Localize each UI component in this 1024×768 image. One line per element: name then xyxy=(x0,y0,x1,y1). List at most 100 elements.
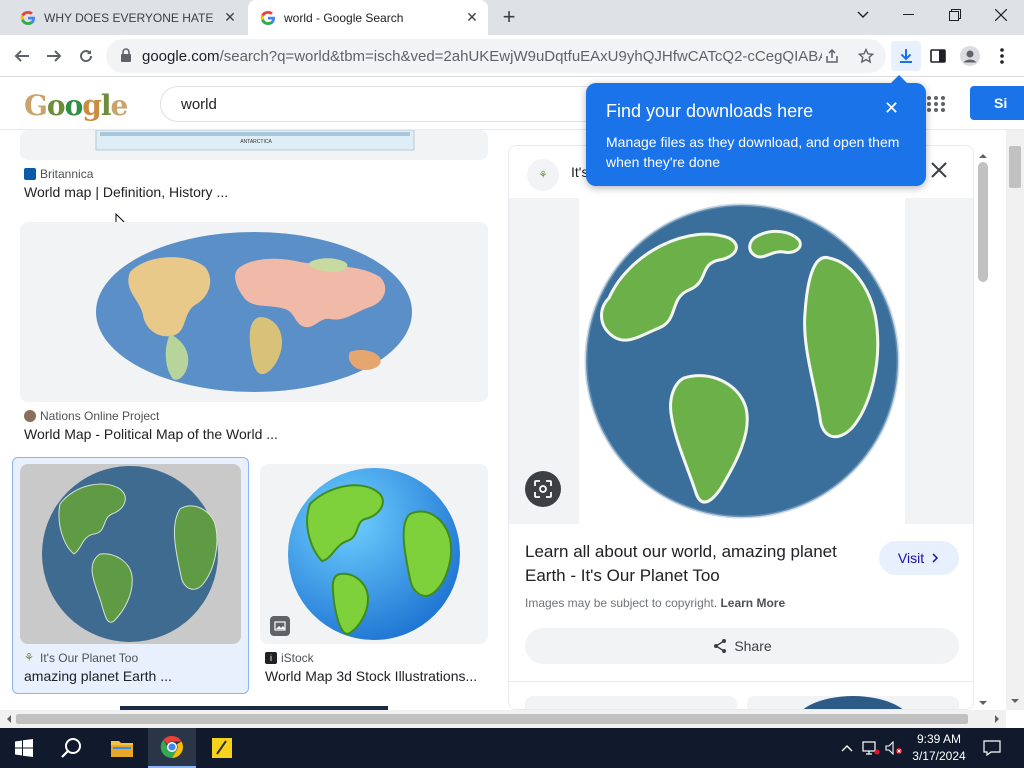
clock-time: 9:39 AM xyxy=(916,732,962,746)
apps-grid-icon[interactable] xyxy=(926,95,946,113)
restore-button[interactable] xyxy=(932,0,978,30)
close-window-button[interactable] xyxy=(978,0,1024,30)
result-title[interactable]: amazing planet Earth ... xyxy=(24,668,172,684)
page-horizontal-scrollbar[interactable] xyxy=(0,710,1006,728)
download-icon xyxy=(900,49,912,63)
result-source[interactable]: ⚘ It's Our Planet Too xyxy=(24,651,138,665)
sign-in-button[interactable]: Si xyxy=(970,86,1024,120)
reload-icon xyxy=(80,50,93,63)
new-tab-button[interactable]: + xyxy=(497,6,521,30)
profile-avatar-icon xyxy=(960,46,980,66)
search-taskbar-button[interactable] xyxy=(48,728,96,768)
side-panel-button[interactable] xyxy=(923,41,953,71)
vertical-scrollbar-thumb[interactable] xyxy=(1009,146,1021,188)
horizontal-scrollbar-thumb[interactable] xyxy=(16,714,968,724)
preview-title[interactable]: Learn all about our world, amazing plane… xyxy=(525,540,865,588)
result-source-label: Nations Online Project xyxy=(40,409,160,423)
scroll-left-arrow-icon[interactable] xyxy=(4,714,14,724)
google-lens-button[interactable] xyxy=(525,471,561,507)
chrome-taskbar-button[interactable] xyxy=(148,728,196,768)
google-doodle-logo[interactable]: Google xyxy=(24,89,128,122)
more-vertical-icon xyxy=(1000,48,1004,64)
google-favicon-icon xyxy=(20,10,35,25)
scroll-down-arrow-icon[interactable] xyxy=(976,698,990,708)
sticky-app-taskbar-button[interactable] xyxy=(198,728,246,768)
downloads-button[interactable] xyxy=(891,41,921,71)
search-input[interactable]: world xyxy=(160,86,640,122)
painted-globe-thumbnail-image xyxy=(42,466,218,642)
clock-date: 3/17/2024 xyxy=(912,749,966,763)
result-title[interactable]: World map | Definition, History ... xyxy=(24,184,228,200)
visit-label: Visit xyxy=(897,550,925,566)
side-panel-icon xyxy=(930,49,946,63)
page-vertical-scrollbar[interactable] xyxy=(1006,130,1024,710)
notification-center-icon[interactable] xyxy=(978,728,1006,768)
learn-more-link[interactable]: Learn More xyxy=(720,596,785,610)
network-icon[interactable] xyxy=(860,728,882,768)
result-thumbnail-our-planet[interactable] xyxy=(20,464,241,644)
search-icon xyxy=(61,738,81,758)
google-favicon-icon xyxy=(260,10,275,25)
related-image-thumbnail[interactable] xyxy=(747,696,959,709)
result-source-label: Britannica xyxy=(40,167,94,181)
result-thumbnail-britannica[interactable]: ANTARCTICA xyxy=(20,130,488,160)
back-button[interactable] xyxy=(7,41,37,71)
share-button[interactable]: Share xyxy=(525,628,959,664)
tab-close-icon[interactable]: ✕ xyxy=(222,9,238,26)
windows-logo-icon xyxy=(15,739,33,757)
result-source[interactable]: i iStock xyxy=(265,651,314,665)
tab-title: world - Google Search xyxy=(284,10,404,25)
world-map-thumbnail-image: ANTARCTICA xyxy=(95,130,415,151)
share-page-icon[interactable] xyxy=(824,48,840,64)
url-text: google.com/search?q=world&tbm=isch&ved=2… xyxy=(142,48,822,65)
result-title[interactable]: World Map - Political Map of the World .… xyxy=(24,426,278,442)
our-planet-favicon-icon: ⚘ xyxy=(24,652,34,664)
result-source[interactable]: Nations Online Project xyxy=(24,409,159,423)
file-explorer-taskbar-button[interactable] xyxy=(98,728,146,768)
result-title[interactable]: World Map 3d Stock Illustrations... xyxy=(265,668,477,684)
share-icon xyxy=(714,639,727,653)
tab-search-chevron-icon[interactable] xyxy=(840,0,886,30)
tab-title: WHY DOES EVERYONE HATE RUS xyxy=(44,10,216,25)
related-image-thumbnail[interactable] xyxy=(525,696,737,709)
3d-globe-thumbnail-image xyxy=(288,468,460,640)
preview-source-logo[interactable]: ⚘ xyxy=(527,159,559,191)
tray-chevron-icon[interactable] xyxy=(838,728,856,768)
tab-active[interactable]: world - Google Search ✕ xyxy=(248,0,488,35)
tab-close-icon[interactable]: ✕ xyxy=(464,9,480,26)
scroll-down-arrow-icon[interactable] xyxy=(1010,696,1020,706)
bookmark-star-icon[interactable] xyxy=(858,48,874,64)
volume-muted-icon[interactable] xyxy=(884,728,904,768)
tab-inactive[interactable]: WHY DOES EVERYONE HATE RUS ✕ xyxy=(8,0,246,35)
downloads-bubble-body: Manage files as they download, and open … xyxy=(606,134,900,170)
result-thumbnail-istock[interactable] xyxy=(260,464,488,644)
forward-button[interactable] xyxy=(39,41,69,71)
browser-menu-button[interactable] xyxy=(987,41,1017,71)
minimize-button[interactable] xyxy=(886,0,932,30)
scroll-up-arrow-icon[interactable] xyxy=(976,151,990,161)
address-bar[interactable]: google.com/search?q=world&tbm=isch&ved=2… xyxy=(106,39,886,73)
profile-button[interactable] xyxy=(955,41,985,71)
close-bubble-icon[interactable]: ✕ xyxy=(884,99,899,117)
image-preview-panel: ⚘ It's Learn all about our world, amazin… xyxy=(508,145,974,710)
result-thumbnail-nations-online[interactable] xyxy=(20,222,488,402)
scroll-right-arrow-icon[interactable] xyxy=(992,714,1002,724)
visit-button[interactable]: Visit xyxy=(879,541,959,575)
preview-scrollbar[interactable] xyxy=(976,148,990,710)
political-world-map-image xyxy=(96,232,412,392)
system-clock[interactable]: 9:39 AM 3/17/2024 xyxy=(902,731,976,765)
start-button[interactable] xyxy=(0,728,48,768)
image-badge-icon xyxy=(270,616,290,636)
preview-scrollbar-thumb[interactable] xyxy=(978,162,988,282)
result-source[interactable]: Britannica xyxy=(24,167,93,181)
close-preview-icon[interactable] xyxy=(927,158,951,182)
lock-icon xyxy=(121,48,131,62)
istock-favicon-icon: i xyxy=(265,652,277,664)
lens-icon xyxy=(534,480,552,498)
britannica-favicon-icon xyxy=(24,168,36,180)
url-path: /search?q=world&tbm=isch&ved=2ahUKEwjW9u… xyxy=(219,48,822,65)
reload-button[interactable] xyxy=(71,41,101,71)
preview-image-area[interactable] xyxy=(509,198,973,524)
windows-taskbar: 9:39 AM 3/17/2024 xyxy=(0,728,1024,768)
url-host: google.com xyxy=(142,48,220,65)
